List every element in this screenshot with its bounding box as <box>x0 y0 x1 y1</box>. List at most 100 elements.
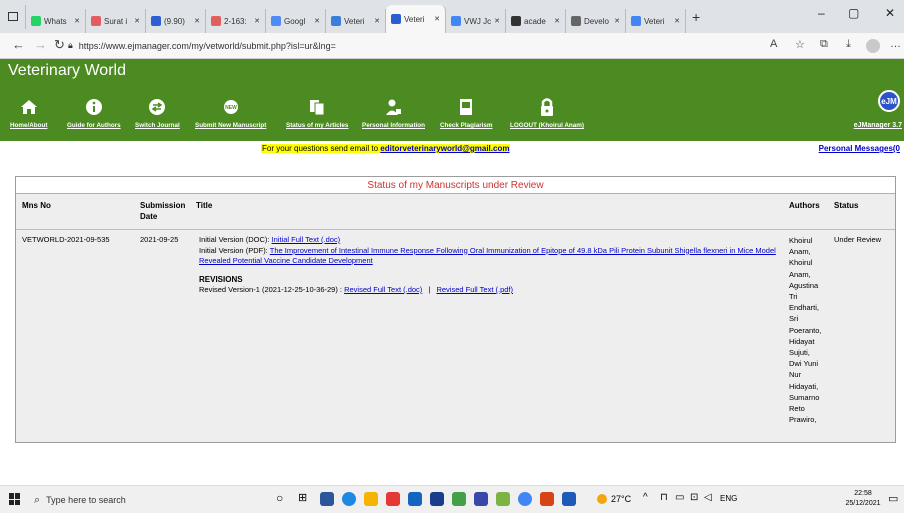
word-icon[interactable] <box>562 492 576 506</box>
tab-close-icon[interactable]: ✕ <box>674 17 680 25</box>
powerpoint-icon[interactable] <box>540 492 554 506</box>
author-line: Poeranto, <box>789 325 822 335</box>
menu-personal-information[interactable]: Personal Information <box>362 84 425 141</box>
refresh-icon[interactable]: ↻ <box>54 37 65 53</box>
menu-switch-journal[interactable]: Switch Journal <box>135 84 180 141</box>
manuscripts-table: Status of my Manuscripts under Review Mn… <box>15 176 896 443</box>
read-aloud-icon[interactable]: A <box>770 38 777 50</box>
initial-doc-link[interactable]: Initial Full Text (.doc) <box>272 235 341 244</box>
tab-close-icon[interactable]: ✕ <box>254 17 260 25</box>
task-view-icon[interactable]: ⊞ <box>298 491 307 504</box>
tab-close-icon[interactable]: ✕ <box>74 17 80 25</box>
windows-start-icon[interactable] <box>9 493 21 505</box>
browser-tab[interactable]: (9.90) ✕ <box>146 9 206 33</box>
revised-pdf-link[interactable]: Revised Full Text (.pdf) <box>436 285 513 294</box>
site-title: Veterinary World <box>0 59 904 84</box>
tab-close-icon[interactable]: ✕ <box>314 17 320 25</box>
app-icon-4[interactable] <box>496 492 510 506</box>
tab-actions-icon[interactable] <box>4 4 26 29</box>
browser-tab[interactable]: Whats ✕ <box>26 9 86 33</box>
author-line: Reto <box>789 404 805 414</box>
tab-label: Veteri <box>404 14 425 24</box>
header-submission-date: Submission Date <box>140 201 186 221</box>
chrome-icon[interactable] <box>518 492 532 506</box>
favorites-icon[interactable]: ☆ <box>795 38 805 51</box>
switch-icon <box>147 97 167 117</box>
browser-tab[interactable]: Veteri ✕ <box>326 9 386 33</box>
ejmanager-logo[interactable]: eJM <box>878 90 900 112</box>
menu-submit-new-manuscript[interactable]: NEW Submit New Manuscript <box>195 84 266 141</box>
revised-doc-link[interactable]: Revised Full Text (.doc) <box>344 285 422 294</box>
downloads-icon[interactable]: ⤓ <box>846 38 851 51</box>
email-link[interactable]: editorveterinaryworld@gmail.com <box>380 144 509 153</box>
new-tab-icon[interactable]: + <box>692 9 700 25</box>
minimize-icon[interactable]: – <box>818 6 825 20</box>
clock[interactable]: 22:58 25/12/2021 <box>844 489 882 509</box>
tab-favicon-icon <box>631 16 641 26</box>
ejmanager-version-link[interactable]: eJManager 3.7 <box>854 122 902 129</box>
weather-temp[interactable]: 27°C <box>611 494 631 504</box>
contact-bar: For your questions send email to editorv… <box>0 141 904 157</box>
tab-close-icon[interactable]: ✕ <box>554 17 560 25</box>
profile-avatar[interactable] <box>866 39 880 53</box>
weather-icon <box>597 494 607 504</box>
battery-icon[interactable]: ▭ <box>675 492 684 503</box>
notifications-icon[interactable]: ▭ <box>888 492 898 505</box>
tab-label: (9.90) <box>164 16 185 26</box>
edge-icon[interactable] <box>342 492 356 506</box>
menu-status-of-my-articles[interactable]: Status of my Articles <box>286 84 348 141</box>
more-icon[interactable]: … <box>890 38 901 50</box>
personal-messages-link[interactable]: Personal Messages(0 <box>819 144 900 153</box>
header-status: Status <box>834 201 859 210</box>
network-icon[interactable]: ⊓ <box>660 492 668 503</box>
app-icon[interactable] <box>386 492 400 506</box>
tab-close-icon[interactable]: ✕ <box>434 15 440 23</box>
tab-favicon-icon <box>271 16 281 26</box>
author-line: Hidayat <box>789 336 815 346</box>
maximize-icon[interactable]: ▢ <box>848 6 859 20</box>
tab-close-icon[interactable]: ✕ <box>614 17 620 25</box>
browser-tab[interactable]: Develo ✕ <box>566 9 626 33</box>
author-line: Sri <box>789 314 799 324</box>
tab-close-icon[interactable]: ✕ <box>134 17 140 25</box>
app-icon-2[interactable] <box>452 492 466 506</box>
tab-label: Veteri <box>644 16 665 26</box>
menu-logout[interactable]: LOGOUT (Khoirul Anam) <box>510 84 584 141</box>
app-icon-3[interactable] <box>474 492 488 506</box>
browser-tab-strip: Whats ✕ Surat i ✕ (9.90) ✕ 2-163: ✕ Googl ✕ Veteri… <box>0 0 904 33</box>
url-field[interactable]: 🔒︎ https://www.ejmanager.com/my/vetworld… <box>68 36 758 55</box>
browser-tab[interactable]: Surat i ✕ <box>86 9 146 33</box>
menu-check-plagiarism[interactable]: Check Plagiarism <box>440 84 493 141</box>
author-line: Khoirul <box>789 236 813 245</box>
person-icon <box>383 97 403 117</box>
forward-icon[interactable]: → <box>34 37 47 52</box>
tab-close-icon[interactable]: ✕ <box>194 17 200 25</box>
tab-favicon-icon <box>151 16 161 26</box>
initial-pdf-link[interactable]: The Improvement of Intestinal Immune Res… <box>199 246 776 266</box>
taskbar-search[interactable]: ⌕ Type here to search <box>30 490 264 510</box>
store-icon[interactable] <box>320 492 334 506</box>
menu-home[interactable]: Home/About <box>10 84 47 141</box>
cortana-icon[interactable]: ○ <box>276 491 283 505</box>
malwarebytes-icon[interactable] <box>430 492 444 506</box>
tray-chevron-icon[interactable]: ^ <box>643 492 648 503</box>
close-icon[interactable]: ✕ <box>885 6 895 20</box>
browser-tab[interactable]: 2-163: ✕ <box>206 9 266 33</box>
wifi-icon[interactable]: ⊡ <box>690 492 698 503</box>
collections-icon[interactable]: ⧉ <box>820 38 828 51</box>
browser-tab[interactable]: Googl ✕ <box>266 9 326 33</box>
language-indicator[interactable]: ENG <box>720 494 737 503</box>
browser-tab[interactable]: VWJ Jc ✕ <box>446 9 506 33</box>
file-explorer-icon[interactable] <box>364 492 378 506</box>
browser-tab[interactable]: Veteri ✕ <box>626 9 686 33</box>
info-icon <box>84 97 104 117</box>
browser-tab[interactable]: acade ✕ <box>506 9 566 33</box>
tab-close-icon[interactable]: ✕ <box>494 17 500 25</box>
browser-tab[interactable]: Veteri ✕ <box>386 5 446 33</box>
tab-favicon-icon <box>211 16 221 26</box>
volume-icon[interactable]: ◁ <box>704 492 712 503</box>
tab-close-icon[interactable]: ✕ <box>374 17 380 25</box>
back-icon[interactable]: ← <box>12 37 25 52</box>
menu-guide-for-authors[interactable]: Guide for Authors <box>67 84 121 141</box>
mail-icon[interactable] <box>408 492 422 506</box>
